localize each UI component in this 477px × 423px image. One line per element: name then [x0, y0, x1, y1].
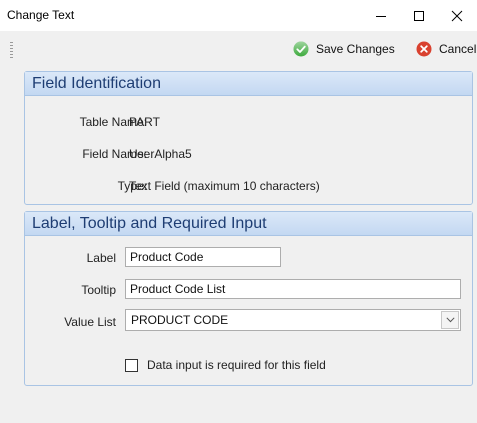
close-button[interactable]: [438, 0, 476, 31]
value-list-dropdown-button[interactable]: [441, 311, 459, 329]
maximize-icon: [414, 10, 424, 21]
label-tooltip-header: Label, Tooltip and Required Input: [25, 212, 472, 236]
title-bar[interactable]: Change Text: [0, 0, 477, 31]
minimize-icon: [376, 15, 386, 17]
type-value: Text Field (maximum 10 characters): [129, 179, 320, 193]
tooltip-input[interactable]: [125, 279, 461, 299]
check-circle-icon: [293, 41, 309, 57]
label-caption: Label: [86, 251, 116, 265]
chevron-down-icon: [445, 317, 455, 323]
minimize-button[interactable]: [362, 0, 400, 31]
label-input[interactable]: [125, 247, 281, 267]
value-list-caption: Value List: [64, 315, 116, 329]
required-input-caption: Data input is required for this field: [147, 358, 326, 372]
field-identification-header: Field Identification: [25, 72, 472, 96]
field-name-value: UserAlpha5: [129, 147, 192, 161]
table-name-value: PART: [129, 115, 160, 129]
required-input-checkbox[interactable]: [125, 359, 138, 372]
tooltip-caption: Tooltip: [81, 283, 116, 297]
close-icon: [451, 10, 463, 21]
label-tooltip-group: Label, Tooltip and Required Input Label …: [24, 211, 473, 386]
save-changes-button[interactable]: Save Changes: [293, 40, 395, 58]
value-list-selected: PRODUCT CODE: [131, 313, 229, 327]
x-circle-icon: [416, 41, 432, 57]
value-list-select[interactable]: PRODUCT CODE: [125, 309, 461, 331]
toolbar: Save Changes Cancel: [0, 31, 477, 65]
toolbar-grip-handle[interactable]: [10, 42, 13, 58]
save-changes-label: Save Changes: [316, 42, 395, 56]
change-text-window: Change Text Save Changes Cancel Field Id…: [0, 0, 477, 423]
cancel-label: Cancel: [439, 42, 477, 56]
maximize-button[interactable]: [400, 0, 438, 31]
window-title: Change Text: [7, 8, 75, 22]
cancel-button[interactable]: Cancel: [416, 40, 476, 58]
field-identification-group: Field Identification Table Name: PART Fi…: [24, 71, 473, 205]
